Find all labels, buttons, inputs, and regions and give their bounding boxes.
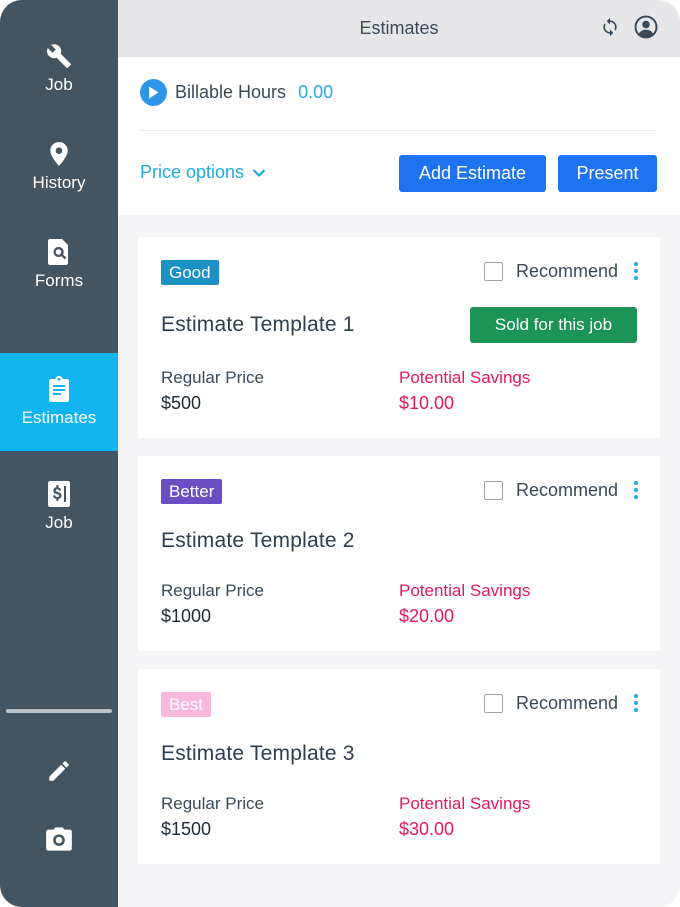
recommend-control: Recommend [483, 260, 640, 282]
chevron-down-icon [252, 162, 266, 183]
sidebar-item-forms[interactable]: Forms [0, 216, 118, 314]
sidebar-item-label: Job [45, 513, 73, 532]
page-title: Estimates [359, 18, 439, 38]
sold-for-this-job-button[interactable]: Sold for this job [470, 307, 637, 343]
present-button[interactable]: Present [558, 155, 657, 192]
more-options-icon[interactable] [632, 692, 640, 714]
regular-price-value: $500 [161, 393, 202, 413]
potential-savings-label: Potential Savings [399, 794, 531, 813]
billable-hours-label: Billable Hours [175, 82, 287, 102]
estimate-card: Good Recommend Estimate Template 1 Sold … [138, 237, 660, 438]
estimate-title[interactable]: Estimate Template 2 [161, 529, 355, 553]
recommend-checkbox[interactable] [483, 693, 503, 713]
estimate-card: Best Recommend Estimate Template 3 Regul… [138, 669, 660, 864]
potential-savings-value: $20.00 [399, 606, 455, 626]
more-options-icon[interactable] [632, 260, 640, 282]
sidebar-item-history[interactable]: History [0, 118, 118, 216]
estimate-title[interactable]: Estimate Template 3 [161, 742, 355, 766]
potential-savings-value: $10.00 [399, 393, 455, 413]
clipboard-icon [46, 376, 72, 402]
sidebar-item-label: Job [45, 75, 73, 94]
recommend-control: Recommend [483, 479, 640, 501]
recommend-checkbox[interactable] [483, 480, 503, 500]
regular-price-label: Regular Price [161, 581, 264, 600]
price-options-dropdown[interactable]: Price options [140, 162, 266, 183]
regular-price-label: Regular Price [161, 368, 264, 387]
estimate-card: Better Recommend Estimate Template 2 Reg… [138, 456, 660, 651]
user-account-icon[interactable] [634, 14, 658, 40]
tier-badge: Best [161, 692, 212, 717]
top-bar: Estimates [118, 0, 680, 57]
potential-savings-value: $30.00 [399, 819, 455, 839]
sync-icon[interactable] [598, 14, 622, 40]
sidebar-item-job-invoice[interactable]: Job [0, 458, 118, 556]
document-search-icon [46, 239, 72, 265]
estimate-title[interactable]: Estimate Template 1 [161, 313, 355, 337]
location-pin-icon [46, 141, 72, 167]
regular-price-value: $1500 [161, 819, 212, 839]
recommend-label: Recommend [515, 692, 618, 713]
sidebar-item-label: Estimates [21, 408, 97, 427]
regular-price-label: Regular Price [161, 794, 264, 813]
sidebar-item-label: History [32, 173, 86, 192]
price-options-label: Price options [140, 162, 245, 182]
tier-badge: Better [161, 479, 223, 504]
billable-hours: Billable Hours 0.00 [140, 79, 333, 106]
tier-badge: Good [161, 260, 219, 285]
regular-price-value: $1000 [161, 606, 212, 626]
sidebar-item-job[interactable]: Job [0, 20, 118, 118]
invoice-dollar-icon [46, 481, 72, 507]
recommend-label: Recommend [515, 479, 618, 500]
pencil-icon[interactable] [44, 756, 74, 786]
camera-icon[interactable] [44, 824, 74, 854]
recommend-label: Recommend [515, 260, 618, 281]
recommend-control: Recommend [483, 692, 640, 714]
divider [140, 130, 656, 131]
add-estimate-button[interactable]: Add Estimate [399, 155, 546, 192]
sidebar: Job History Forms Estimates Job [0, 0, 118, 907]
more-options-icon[interactable] [632, 479, 640, 501]
potential-savings-label: Potential Savings [399, 581, 531, 600]
sidebar-divider [6, 709, 112, 713]
app-window: Job History Forms Estimates Job Estimate… [0, 0, 680, 907]
sidebar-item-estimates[interactable]: Estimates [0, 353, 118, 451]
billable-hours-value: 0.00 [298, 82, 334, 102]
play-icon[interactable] [140, 79, 167, 106]
recommend-checkbox[interactable] [483, 261, 503, 281]
wrench-icon [46, 43, 72, 69]
estimates-header: Billable Hours 0.00 Price options Add Es… [118, 57, 680, 215]
sidebar-item-label: Forms [34, 271, 84, 290]
potential-savings-label: Potential Savings [399, 368, 531, 387]
